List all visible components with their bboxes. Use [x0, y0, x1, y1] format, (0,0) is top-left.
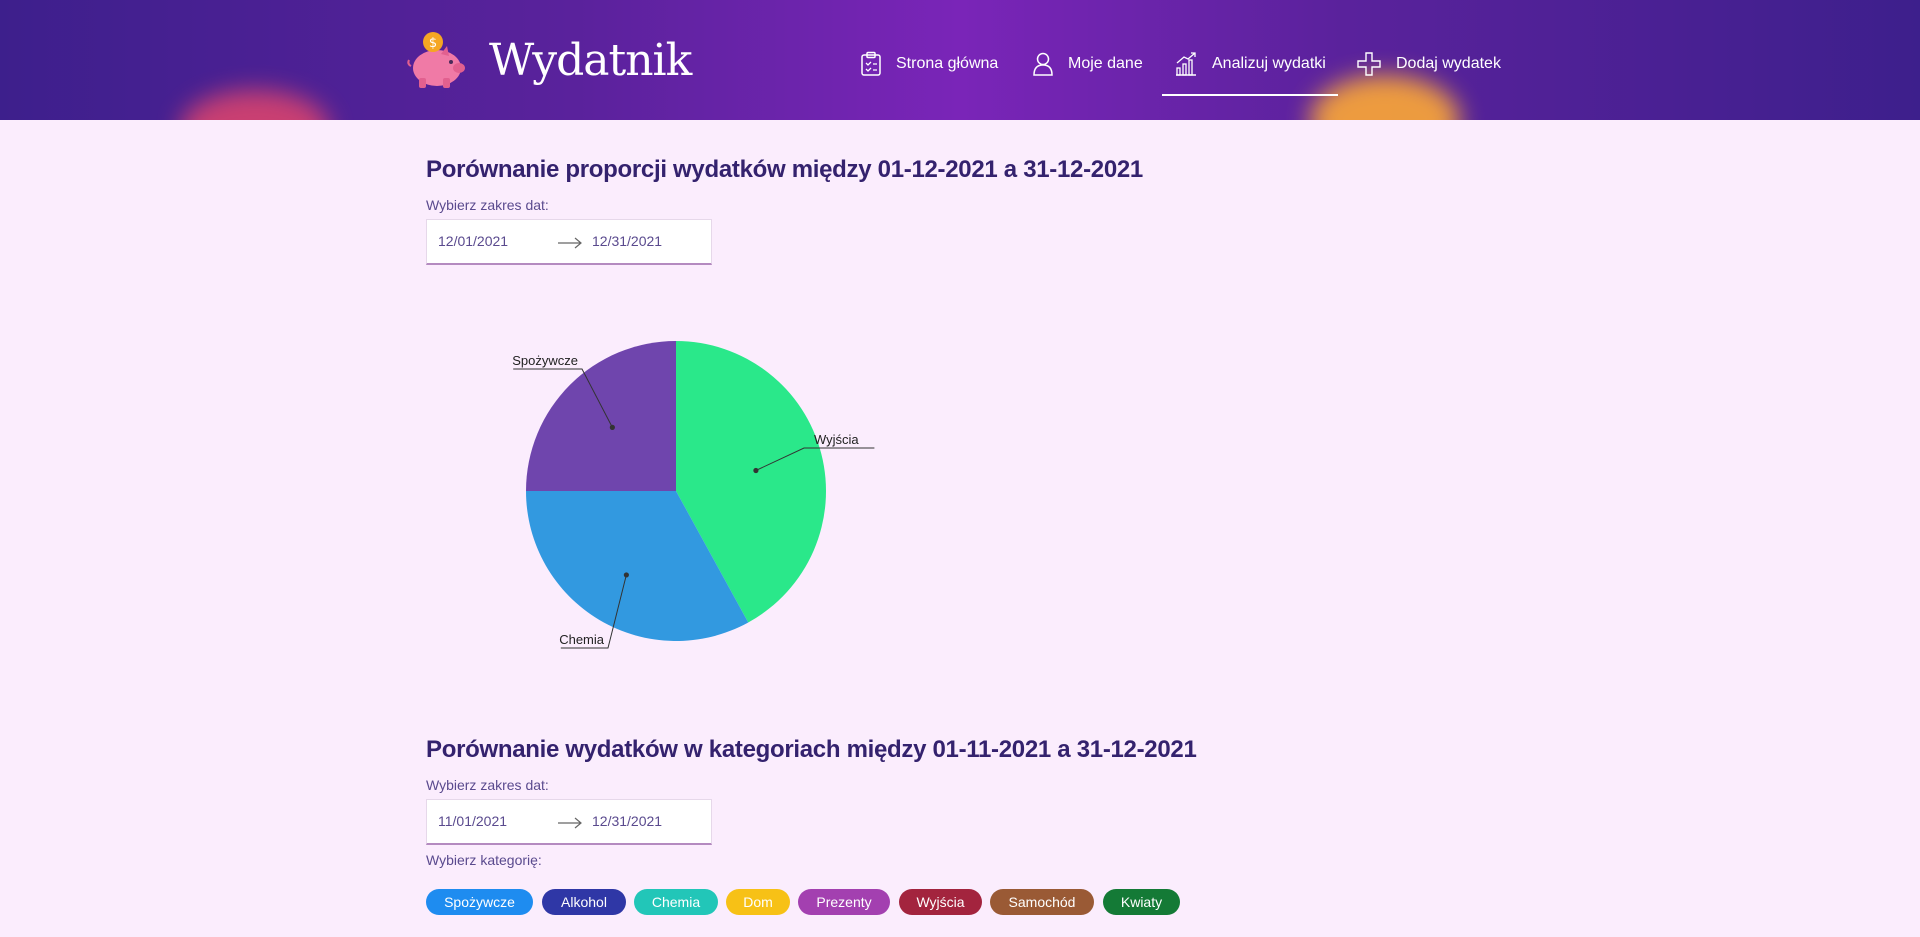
- category-tag-kwiaty[interactable]: Kwiaty: [1103, 889, 1180, 915]
- nav-item-label: Moje dane: [1068, 55, 1143, 72]
- top-header: $ Wydatnik Strona główna Moje dane Anali…: [0, 0, 1920, 120]
- start-date-input[interactable]: 11/01/2021: [438, 813, 507, 829]
- date-range-label: Wybierz zakres dat:: [426, 197, 549, 213]
- end-date-input[interactable]: 12/31/2021: [592, 813, 662, 829]
- app-title: Wydatnik: [489, 34, 692, 86]
- date-range-label: Wybierz zakres dat:: [426, 777, 549, 793]
- nav-item-label: Dodaj wydatek: [1396, 55, 1501, 72]
- category-tag-chemia[interactable]: Chemia: [634, 889, 718, 915]
- piggy-bank-icon: $: [407, 32, 465, 88]
- section-title-categories: Porównanie wydatków w kategoriach między…: [426, 736, 1197, 763]
- arrow-right-icon: [558, 817, 582, 829]
- category-tag-prezenty[interactable]: Prezenty: [798, 889, 890, 915]
- arrow-right-icon: [558, 237, 582, 249]
- date-range-picker[interactable]: 11/01/2021 12/31/2021: [426, 799, 712, 845]
- section-title-proportions: Porównanie proporcji wydatków między 01-…: [426, 156, 1143, 183]
- category-tag-dom[interactable]: Dom: [726, 889, 790, 915]
- nav-item-home[interactable]: Strona główna: [860, 40, 998, 88]
- pie-slice-label: Wyjścia: [814, 432, 859, 447]
- nav-item-add-expense[interactable]: Dodaj wydatek: [1356, 40, 1501, 88]
- pie-chart-container: Wyjścia Chemia Spożywcze: [426, 300, 1026, 680]
- plus-icon: [1357, 52, 1381, 76]
- category-tag-wyjscia[interactable]: Wyjścia: [899, 889, 982, 915]
- nav-item-label: Analizuj wydatki: [1212, 55, 1326, 72]
- category-tag-spozywcze[interactable]: Spożywcze: [426, 889, 533, 915]
- category-tag-samochod[interactable]: Samochód: [990, 889, 1094, 915]
- nav-item-my-data[interactable]: Moje dane: [1032, 40, 1143, 88]
- category-label: Wybierz kategorię:: [426, 852, 542, 868]
- app-logo[interactable]: $ Wydatnik: [405, 28, 692, 92]
- decorative-blob: [180, 90, 330, 120]
- pie-slice-label: Chemia: [559, 632, 605, 647]
- pie-slice-label: Spożywcze: [512, 353, 578, 368]
- date-range-picker[interactable]: 12/01/2021 12/31/2021: [426, 219, 712, 265]
- nav-item-label: Strona główna: [896, 55, 999, 72]
- category-tag-alkohol[interactable]: Alkohol: [542, 889, 626, 915]
- pie-chart: Wyjścia Chemia Spożywcze: [512, 341, 875, 649]
- chart-icon: [1176, 52, 1196, 76]
- user-icon: [1033, 52, 1053, 76]
- start-date-input[interactable]: 12/01/2021: [438, 233, 508, 249]
- end-date-input[interactable]: 12/31/2021: [592, 233, 662, 249]
- nav-item-analyze[interactable]: Analizuj wydatki: [1162, 40, 1338, 96]
- pie-label-dot: [753, 467, 759, 474]
- svg-text:$: $: [429, 36, 437, 51]
- clipboard-icon: [861, 51, 881, 76]
